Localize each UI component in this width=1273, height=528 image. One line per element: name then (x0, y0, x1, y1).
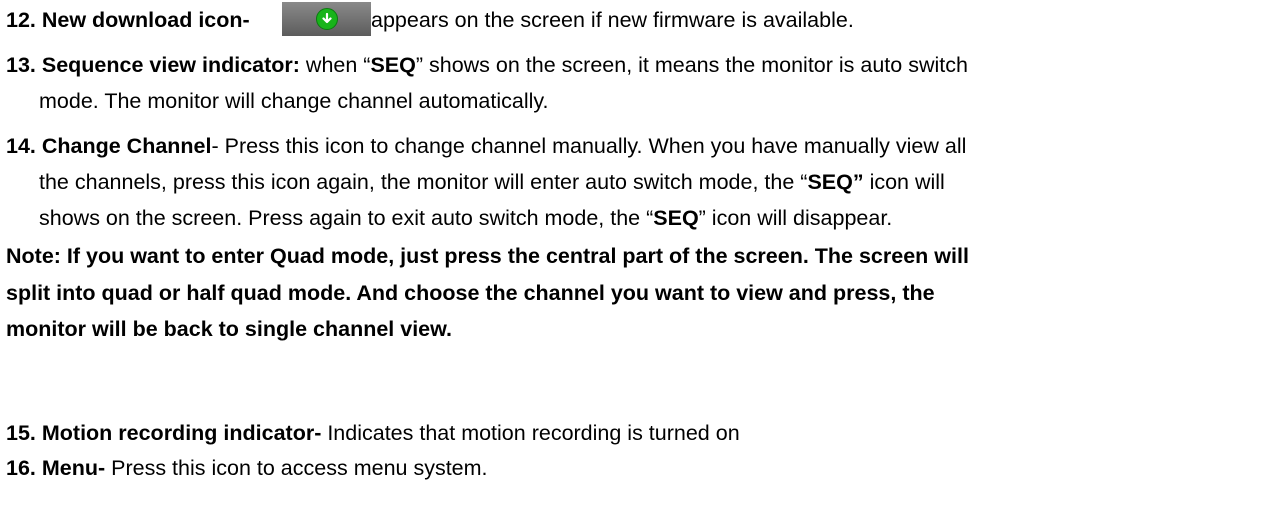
note-line3: monitor will be back to single channel v… (6, 317, 453, 341)
item-12-text: appears on the screen if new firmware is… (371, 8, 854, 32)
note-line2: split into quad or half quad mode. And c… (6, 281, 935, 305)
item-15-label: 15. Motion recording indicator- (6, 421, 322, 445)
item-16-line: 16. Menu- Press this icon to access menu… (6, 455, 488, 481)
item-14-line2: the channels, press this icon again, the… (39, 169, 945, 195)
item-16-text: Press this icon to access menu system. (105, 456, 488, 480)
item-12-line: 12. New download icon- (6, 7, 250, 33)
item-13-line2: mode. The monitor will change channel au… (39, 89, 549, 113)
item-14-line3: shows on the screen. Press again to exit… (39, 205, 892, 231)
item-13-seq: SEQ (370, 53, 416, 77)
item-15-text: Indicates that motion recording is turne… (321, 421, 740, 445)
item-12-label: 12. New download icon- (6, 8, 250, 32)
item-13-label: 13. Sequence view indicator: (6, 53, 300, 77)
item-14-text-d: shows on the screen. Press again to exit… (39, 206, 654, 230)
download-arrow-icon (315, 8, 338, 30)
download-icon-image (282, 2, 371, 36)
manual-page: 12. New download icon- appears on the sc… (0, 0, 1273, 528)
item-14-label: 14. Change Channel (6, 134, 212, 158)
item-14-seq2: SEQ (653, 206, 699, 230)
item-14-text-e: ” icon will disappear. (698, 206, 893, 230)
item-13-line1: 13. Sequence view indicator: when “SEQ” … (6, 52, 968, 78)
item-14-text-b: the channels, press this icon again, the… (39, 170, 808, 194)
item-16-label: 16. Menu- (6, 456, 106, 480)
item-14-text-c: icon will (863, 170, 945, 194)
item-13-text-b: ” shows on the screen, it means the moni… (415, 53, 968, 77)
item-15-line: 15. Motion recording indicator- Indicate… (6, 420, 740, 446)
note-line1: Note: If you want to enter Quad mode, ju… (6, 244, 969, 268)
item-13-text-a: when “ (299, 53, 371, 77)
item-14-line1: 14. Change Channel- Press this icon to c… (6, 133, 966, 159)
item-14-text-a: - Press this icon to change channel manu… (211, 134, 967, 158)
item-14-seq1: SEQ” (807, 170, 864, 194)
